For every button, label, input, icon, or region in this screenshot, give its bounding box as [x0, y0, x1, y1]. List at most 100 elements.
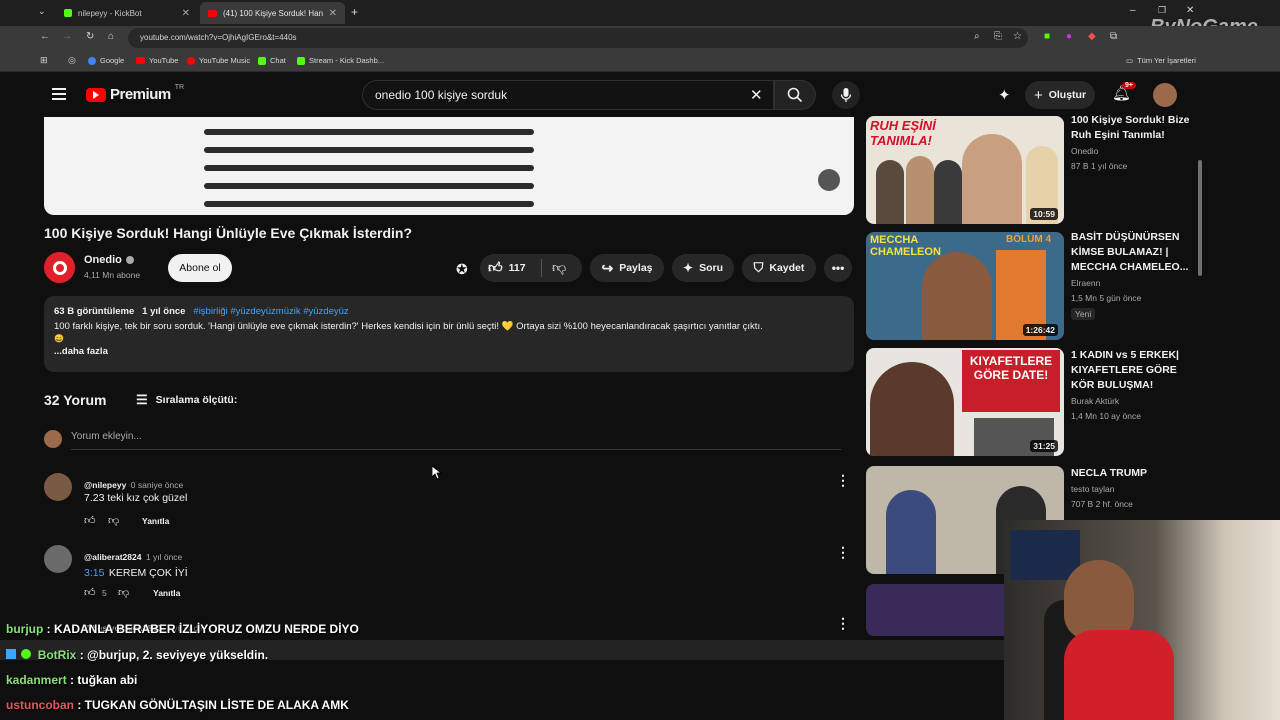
channel-name[interactable]: Onedio — [84, 254, 134, 266]
new-tab-icon[interactable]: + — [351, 5, 358, 19]
comment-menu-icon[interactable]: ⋮ — [836, 544, 850, 561]
webcam-streamer — [1064, 560, 1134, 640]
comment-avatar[interactable] — [44, 473, 72, 501]
thumbnail-person — [876, 160, 904, 224]
close-tab-icon[interactable]: ✕ — [329, 8, 337, 19]
chat-text: : TUGKAN GÖNÜLTAŞIN LİSTE DE ALAKA AMK — [74, 698, 349, 712]
search-button[interactable] — [774, 80, 816, 110]
comment-body: 3:15 KEREM ÇOK İYİ — [84, 563, 188, 581]
tab-list-icon[interactable]: ⌄ — [38, 6, 46, 17]
description-text: 100 farklı kişiye, tek bir soru sorduk. … — [54, 321, 763, 332]
related-channel[interactable]: Onedio — [1071, 144, 1201, 159]
close-window-icon[interactable]: ✕ — [1186, 5, 1194, 16]
extension-icon[interactable]: ◆ — [1088, 31, 1096, 42]
youtube-play-icon — [86, 87, 106, 102]
bookmark-save-icon: ⛉ — [753, 260, 764, 275]
create-label: Oluştur — [1048, 89, 1087, 101]
create-button[interactable]: + Oluştur — [1025, 81, 1095, 109]
bookmark-icon[interactable]: ◎ — [68, 55, 76, 66]
ask-button[interactable]: ✦ Soru — [672, 254, 734, 282]
more-horizontal-icon: ••• — [831, 261, 845, 275]
extension-kick-icon[interactable]: ■ — [1044, 31, 1050, 42]
related-title[interactable]: BASİT DÜŞÜNÜRSEN KİMSE BULAMAZ! | MECCHA… — [1071, 230, 1201, 275]
chat-username: BotRix — [37, 648, 77, 662]
sort-button[interactable]: ☰ Sıralama ölçütü: — [136, 392, 237, 408]
description-box[interactable]: 63 B görüntüleme 1 yıl önce #işbirliği #… — [44, 296, 854, 372]
description-meta: 63 B görüntüleme 1 yıl önce #işbirliği #… — [54, 306, 349, 317]
comment-time[interactable]: 0 saniye önce — [131, 480, 183, 490]
bookmark-stream[interactable]: Stream - Kick Dashb... — [297, 56, 384, 65]
channel-avatar[interactable] — [44, 252, 75, 283]
subscribe-button[interactable]: Abone ol — [168, 254, 232, 282]
extension-icon[interactable]: ● — [1066, 31, 1072, 42]
related-channel[interactable]: testo taylan — [1071, 482, 1201, 497]
comment-dislike-icon[interactable]: 👎︎ — [118, 586, 129, 599]
comment-username[interactable]: @aliberat2824 — [84, 552, 141, 562]
reply-button[interactable]: Yanıtla — [153, 588, 180, 598]
close-tab-icon[interactable]: ✕ — [182, 8, 190, 19]
chat-username: burjup — [6, 622, 44, 636]
tab-title: nilepeyy - KickBot — [78, 8, 142, 18]
account-avatar[interactable] — [1153, 83, 1177, 107]
comment-menu-icon[interactable]: ⋮ — [836, 472, 850, 489]
youtube-logo[interactable]: Premium TR — [86, 84, 185, 103]
thumbs-down-icon[interactable]: 👎︎ — [552, 259, 566, 276]
premium-sparkle-icon[interactable]: ✦ — [998, 86, 1011, 104]
video-title: 100 Kişiye Sorduk! Hangi Ünlüyle Eve Çık… — [44, 225, 413, 241]
restore-icon[interactable]: ❐ — [1158, 5, 1166, 16]
clear-search-icon[interactable]: ✕ — [750, 86, 763, 104]
menu-icon[interactable] — [52, 88, 66, 100]
hype-icon[interactable]: ✪ — [456, 261, 468, 278]
tab-kickbot[interactable]: nilepeyy - KickBot ✕ — [56, 2, 198, 24]
sidebar-scrollbar[interactable] — [1198, 160, 1202, 276]
voice-search-button[interactable] — [832, 81, 860, 109]
reply-button[interactable]: Yanıtla — [142, 516, 169, 526]
related-thumbnail[interactable]: MECCHA CHAMELEON BÖLÜM 4 1:26:42 — [866, 232, 1064, 340]
comment-avatar[interactable] — [44, 545, 72, 573]
comment-username[interactable]: @nilepeyy — [84, 480, 126, 490]
comment-timestamp-link[interactable]: 3:15 — [84, 567, 104, 579]
tab-youtube[interactable]: (41) 100 Kişiye Sorduk! Hangi Ü ✕ — [200, 2, 345, 24]
comment-like-icon[interactable]: 👍︎ — [84, 586, 96, 599]
apps-grid-icon[interactable]: ⊞ — [40, 55, 48, 66]
related-channel[interactable]: Elraenn — [1071, 276, 1201, 291]
all-bookmarks[interactable]: ▭ Tüm Yer İşaretleri — [1126, 56, 1196, 65]
comment-like-icon[interactable]: 👍︎ — [84, 514, 96, 527]
comment-dislike-icon[interactable]: 👎︎ — [108, 514, 119, 527]
search-input[interactable]: onedio 100 kişiye sorduk — [362, 80, 774, 110]
comment-text: KEREM ÇOK İYİ — [108, 567, 188, 579]
save-button[interactable]: ⛉ Kaydet — [742, 254, 816, 282]
chat-message: BotRix : @burjup, 2. seviyeye yükseldin. — [6, 648, 268, 662]
related-title[interactable]: NECLA TRUMP — [1071, 466, 1201, 481]
bookmark-youtube[interactable]: YouTube — [136, 56, 178, 65]
bookmark-google[interactable]: Google — [88, 56, 124, 65]
show-more-link[interactable]: ...daha fazla — [54, 344, 844, 359]
video-player[interactable] — [44, 117, 854, 215]
related-channel[interactable]: Burak Aktürk — [1071, 394, 1201, 409]
related-title[interactable]: 1 KADIN vs 5 ERKEK| KIYAFETLERE GÖRE KÖR… — [1071, 348, 1201, 393]
home-icon[interactable]: ⌂ — [108, 31, 114, 42]
more-actions-button[interactable]: ••• — [824, 254, 852, 282]
add-comment-input[interactable]: Yorum ekleyin... — [71, 431, 841, 450]
extensions-puzzle-icon[interactable]: ⧉ — [1110, 31, 1117, 42]
share-button[interactable]: ↪ Paylaş — [590, 254, 664, 282]
forward-icon[interactable]: → — [62, 31, 72, 42]
related-meta: 707 B 2 hf. önce — [1071, 499, 1133, 509]
verified-badge-icon — [21, 649, 32, 659]
like-button[interactable]: 👍︎ 117 — [488, 259, 526, 276]
url-text[interactable]: youtube.com/watch?v=OjhiAgIGEro&t=440s — [140, 30, 1000, 46]
reload-icon[interactable]: ↻ — [86, 31, 94, 42]
related-thumbnail[interactable]: RUH EŞİNİ TANIMLA! 10:59 — [866, 116, 1064, 224]
related-thumbnail[interactable]: KIYAFETLERE GÖRE DATE! 31:25 — [866, 348, 1064, 456]
back-icon[interactable]: ← — [40, 31, 50, 42]
hashtags[interactable]: #işbirliği #yüzdeyüzmüzik #yüzdeyüz — [193, 306, 348, 317]
comment-time[interactable]: 1 yıl önce — [146, 552, 182, 562]
notifications-button[interactable]: 🔔︎ 9+ — [1112, 82, 1136, 106]
bookmark-chat[interactable]: Chat — [258, 56, 286, 65]
logo-region: TR — [174, 84, 185, 91]
bookmark-youtube-music[interactable]: YouTube Music — [187, 56, 250, 65]
minimize-icon[interactable]: – — [1130, 5, 1136, 16]
bookmark-star-icon[interactable]: ☆ — [1013, 31, 1022, 42]
related-title[interactable]: 100 Kişiye Sorduk! Bize Ruh Eşini Tanıml… — [1071, 113, 1201, 143]
folder-icon: ▭ — [1126, 56, 1134, 65]
